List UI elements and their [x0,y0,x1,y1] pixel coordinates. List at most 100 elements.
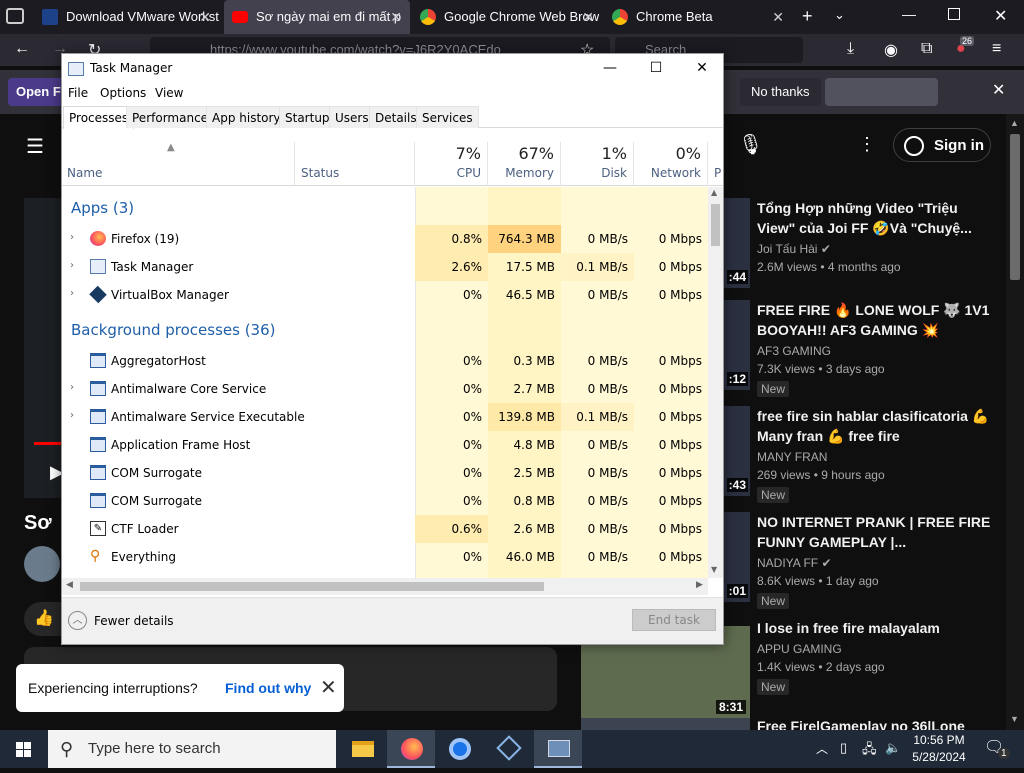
scroll-right-icon[interactable]: ▶ [696,580,703,590]
downloads-icon[interactable]: ⤓ [847,40,854,58]
column-status[interactable]: Status [295,142,415,186]
close-tab-icon[interactable]: ✕ [390,0,402,34]
recommendation-item[interactable]: Free Fire|Gameplay no 36|Lone [757,718,997,730]
expand-chevron-icon[interactable]: › [70,260,74,271]
column-memory[interactable]: 67% Memory [488,142,561,186]
voice-search-icon[interactable]: 🎙 [738,132,763,157]
volume-icon[interactable]: 🔈 [885,740,901,756]
expand-chevron-icon[interactable]: › [70,410,74,421]
taskbar-chrome-beta[interactable] [436,730,484,768]
menu-hamburger-icon[interactable]: ≡ [992,40,1001,58]
column-disk[interactable]: 1% Disk [561,142,634,186]
title-bar[interactable]: Task Manager — ☐ ✕ [62,54,723,84]
maximize-button[interactable]: ☐ [633,54,679,84]
scroll-down-icon[interactable]: ▼ [1010,714,1019,724]
scrollbar-thumb[interactable] [80,582,544,591]
progress-bar[interactable] [34,442,64,445]
channel-name[interactable]: APPU GAMING [757,640,997,658]
close-tab-icon[interactable]: ✕ [199,0,211,34]
scrollbar-thumb[interactable] [1010,134,1020,280]
close-tab-icon[interactable]: ✕ [772,0,784,34]
fewer-details-button[interactable]: ︿ Fewer details [68,611,174,630]
video-thumbnail[interactable]: :01 [724,512,750,602]
close-button[interactable]: ✕ [679,54,725,84]
close-window-icon[interactable]: ✕ [994,6,1007,26]
recommendation-title[interactable]: Tổng Hợp những Video "Triệu View" của Jo… [757,198,997,238]
clock[interactable]: 10:56 PM 5/28/2024 [908,732,970,766]
background-group-header[interactable]: Background processes (36) [71,321,276,339]
extensions-icon[interactable]: ⧉ [921,40,932,58]
taskbar-virtualbox[interactable] [485,730,533,768]
scroll-left-icon[interactable]: ◀ [66,580,73,590]
video-player[interactable]: ▶ [24,198,64,498]
tablet-icon[interactable]: ▯ [840,740,847,756]
taskbar-file-explorer[interactable] [338,730,386,768]
recommendation-item[interactable]: I lose in free fire malayalam APPU GAMIN… [757,618,997,696]
scroll-down-icon[interactable]: ▼ [711,565,717,574]
process-row[interactable]: AggregatorHost 0% 0.3 MB 0 MB/s 0 Mbps [62,347,708,375]
tab-services[interactable]: Services [416,106,479,128]
process-row[interactable]: ✎ CTF Loader 0.6% 2.6 MB 0 MB/s 0 Mbps [62,515,708,543]
menu-file[interactable]: File [68,86,88,100]
close-notification-icon[interactable]: ✕ [992,80,1005,100]
apps-group-header[interactable]: Apps (3) [71,199,134,217]
notification-action-button[interactable] [825,78,938,106]
taskbar-firefox[interactable] [387,730,435,768]
video-thumbnail[interactable] [581,718,750,730]
process-row[interactable]: › Antimalware Core Service 0% 2.7 MB 0 M… [62,375,708,403]
like-button[interactable]: 👍 [24,602,64,636]
video-thumbnail[interactable]: :12 [724,300,750,390]
close-toast-icon[interactable]: ✕ [320,664,337,712]
process-row[interactable]: Application Frame Host 0% 4.8 MB 0 MB/s … [62,431,708,459]
tab-list-icon[interactable] [6,8,24,24]
more-options-icon[interactable]: ⋮ [858,134,876,155]
channel-name[interactable]: NADIYA FF [757,556,818,570]
recommendation-title[interactable]: I lose in free fire malayalam [757,618,997,638]
scroll-up-icon[interactable]: ▲ [711,188,717,197]
tab-overflow-chevron-icon[interactable]: ⌄ [834,7,845,23]
tab-users[interactable]: Users [329,106,375,128]
expand-chevron-icon[interactable]: › [70,382,74,393]
recommendation-title[interactable]: Free Fire|Gameplay no 36|Lone [757,719,997,730]
open-button[interactable]: Open F [8,78,69,106]
recommendation-title[interactable]: NO INTERNET PRANK | FREE FIRE FUNNY GAME… [757,512,997,552]
recommendation-title[interactable]: FREE FIRE 🔥 LONE WOLF 🐺 1V1 BOOYAH!! AF3… [757,300,997,340]
no-thanks-button[interactable]: No thanks [740,78,821,106]
scrollbar-thumb[interactable] [711,204,720,246]
restore-icon[interactable] [948,8,960,20]
process-row-virtualbox[interactable]: › VirtualBox Manager 0% 46.5 MB 0 MB/s 0… [62,281,708,309]
guide-menu-icon[interactable]: ☰ [26,134,44,159]
process-row-firefox[interactable]: › Firefox (19) 0.8% 764.3 MB 0 MB/s 0 Mb… [62,225,708,253]
close-tab-icon[interactable]: ✕ [582,0,594,34]
new-tab-icon[interactable]: + [802,6,813,27]
channel-name[interactable]: Joi Tấu Hài [757,242,817,256]
tab-performance[interactable]: Performance [126,106,215,128]
tab-chrome-web-browser[interactable]: Google Chrome Web Brow ✕ [412,0,602,34]
process-row[interactable]: ⚲ Everything 0% 46.0 MB 0 MB/s 0 Mbps [62,543,708,571]
recommendation-item[interactable]: free fire sin hablar clasificatoria 💪 Ma… [757,406,997,504]
recommendation-item[interactable]: FREE FIRE 🔥 LONE WOLF 🐺 1V1 BOOYAH!! AF3… [757,300,997,398]
find-out-why-link[interactable]: Find out why [225,664,311,712]
channel-name[interactable]: MANY FRAN [757,448,997,466]
network-icon[interactable]: 🖧 [862,740,877,762]
menu-view[interactable]: View [155,86,183,100]
tab-app-history[interactable]: App history [206,106,287,128]
taskbar-task-manager[interactable] [534,730,582,768]
column-cpu[interactable]: 7% CPU [415,142,488,186]
recommendation-item[interactable]: Tổng Hợp những Video "Triệu View" của Jo… [757,198,997,276]
sign-in-button[interactable]: Sign in [893,128,991,162]
process-row[interactable]: COM Surrogate 0% 2.5 MB 0 MB/s 0 Mbps [62,459,708,487]
video-thumbnail[interactable]: :44 [724,198,750,288]
column-power[interactable]: P [708,142,723,186]
video-thumbnail[interactable]: :43 [724,406,750,496]
start-button[interactable] [0,730,48,768]
minimize-button[interactable]: — [587,54,633,84]
tab-vmware[interactable]: Download VMware Worksta ✕ [34,0,219,34]
expand-chevron-icon[interactable]: › [70,288,74,299]
expand-chevron-icon[interactable]: › [70,232,74,243]
column-name[interactable]: ▲ Name [62,142,295,186]
scroll-up-icon[interactable]: ▲ [1010,118,1019,128]
process-row-task-manager[interactable]: › Task Manager 2.6% 17.5 MB 0.1 MB/s 0 M… [62,253,708,281]
channel-name[interactable]: AF3 GAMING [757,342,997,360]
minimize-icon[interactable]: — [902,6,916,22]
